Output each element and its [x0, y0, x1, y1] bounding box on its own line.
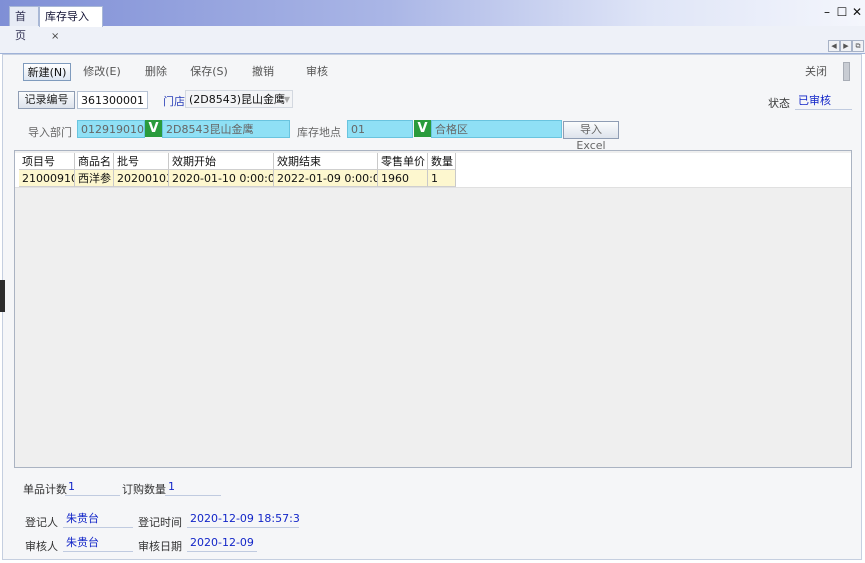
- registrar-value: 朱贵台: [63, 510, 133, 528]
- store-select[interactable]: (2D8543)昆山金鹰 ▼: [185, 90, 293, 108]
- location-name-field[interactable]: 合格区: [431, 120, 562, 138]
- grid-cell-quantity[interactable]: 1: [428, 170, 456, 187]
- delete-button[interactable]: 删除: [140, 63, 172, 81]
- minimize-button[interactable]: –: [820, 4, 834, 20]
- grid-cell-product-name[interactable]: 西洋参: [75, 170, 114, 187]
- grid-header-cell[interactable]: 批号: [114, 153, 169, 170]
- audit-date-label: 审核日期: [138, 540, 182, 553]
- close-button[interactable]: 关闭: [800, 63, 832, 81]
- tab-inventory-import-label: 库存导入: [45, 10, 89, 23]
- revoke-button[interactable]: 撤销: [247, 63, 279, 81]
- tab-strip: [0, 26, 865, 54]
- grid-cell-retail-price[interactable]: 1960: [378, 170, 428, 187]
- tab-inventory-import[interactable]: 库存导入 ×: [39, 6, 103, 42]
- tab-home[interactable]: 首页: [9, 6, 39, 42]
- audit-button[interactable]: 审核: [301, 63, 333, 81]
- grid-header-cell[interactable]: 数量: [428, 153, 456, 170]
- record-no-field[interactable]: 361300001: [77, 91, 148, 109]
- item-count-label: 单品计数: [23, 483, 67, 496]
- auditor-value: 朱贵台: [63, 534, 133, 552]
- grid-header-cell[interactable]: 项目号: [19, 153, 75, 170]
- check-v-icon[interactable]: V: [414, 120, 431, 137]
- tab-restore-icon[interactable]: ⧉: [852, 40, 864, 52]
- panel-scroll-handle[interactable]: [843, 62, 850, 81]
- left-collapse-handle[interactable]: [0, 280, 5, 312]
- inventory-grid: [14, 150, 852, 468]
- window-titlebar: [0, 0, 865, 26]
- order-qty-value: 1: [165, 478, 221, 496]
- grid-header-cell[interactable]: 商品名: [75, 153, 114, 170]
- tab-home-label: 首页: [15, 10, 26, 42]
- tab-scroll-right-icon[interactable]: ▶: [840, 40, 852, 52]
- order-qty-label: 订购数量: [122, 483, 166, 496]
- close-window-button[interactable]: ✕: [850, 4, 864, 20]
- grid-cell-item-no[interactable]: 21000910: [19, 170, 75, 187]
- edit-button[interactable]: 修改(E): [80, 63, 124, 81]
- chevron-down-icon: ▼: [283, 95, 290, 104]
- registrar-label: 登记人: [25, 516, 58, 529]
- store-select-value: (2D8543)昆山金鹰: [189, 93, 286, 106]
- status-label: 状态: [768, 97, 790, 110]
- record-no-label-button[interactable]: 记录编号: [18, 91, 75, 109]
- grid-header-cell[interactable]: 效期结束: [274, 153, 378, 170]
- grid-cell-batch-no[interactable]: 20200103: [114, 170, 169, 187]
- item-count-value: 1: [65, 478, 120, 496]
- location-code-field[interactable]: 01: [347, 120, 413, 138]
- dept-name-field[interactable]: 2D8543昆山金鹰: [162, 120, 290, 138]
- register-time-value: 2020-12-09 18:57:35: [187, 510, 299, 528]
- check-v-icon[interactable]: V: [145, 120, 162, 137]
- save-button[interactable]: 保存(S): [187, 63, 231, 81]
- tab-scroll-left-icon[interactable]: ◀: [828, 40, 840, 52]
- stock-location-label: 库存地点: [297, 126, 341, 139]
- grid-cell-valid-from[interactable]: 2020-01-10 0:00:00: [169, 170, 274, 187]
- audit-date-value: 2020-12-09: [187, 534, 257, 552]
- auditor-label: 审核人: [25, 540, 58, 553]
- store-label: 门店: [163, 95, 185, 108]
- grid-header-cell[interactable]: 零售单价: [378, 153, 428, 170]
- new-button[interactable]: 新建(N): [23, 63, 71, 81]
- grid-cell-valid-to[interactable]: 2022-01-09 0:00:00: [274, 170, 378, 187]
- dept-code-field[interactable]: 0129190105: [77, 120, 145, 138]
- register-time-label: 登记时间: [138, 516, 182, 529]
- import-dept-label: 导入部门: [28, 126, 72, 139]
- maximize-button[interactable]: ☐: [835, 4, 849, 20]
- status-value: 已审核: [795, 92, 852, 110]
- import-excel-button[interactable]: 导入Excel: [563, 121, 619, 152]
- grid-header-cell[interactable]: 效期开始: [169, 153, 274, 170]
- tab-close-icon[interactable]: ×: [51, 31, 59, 42]
